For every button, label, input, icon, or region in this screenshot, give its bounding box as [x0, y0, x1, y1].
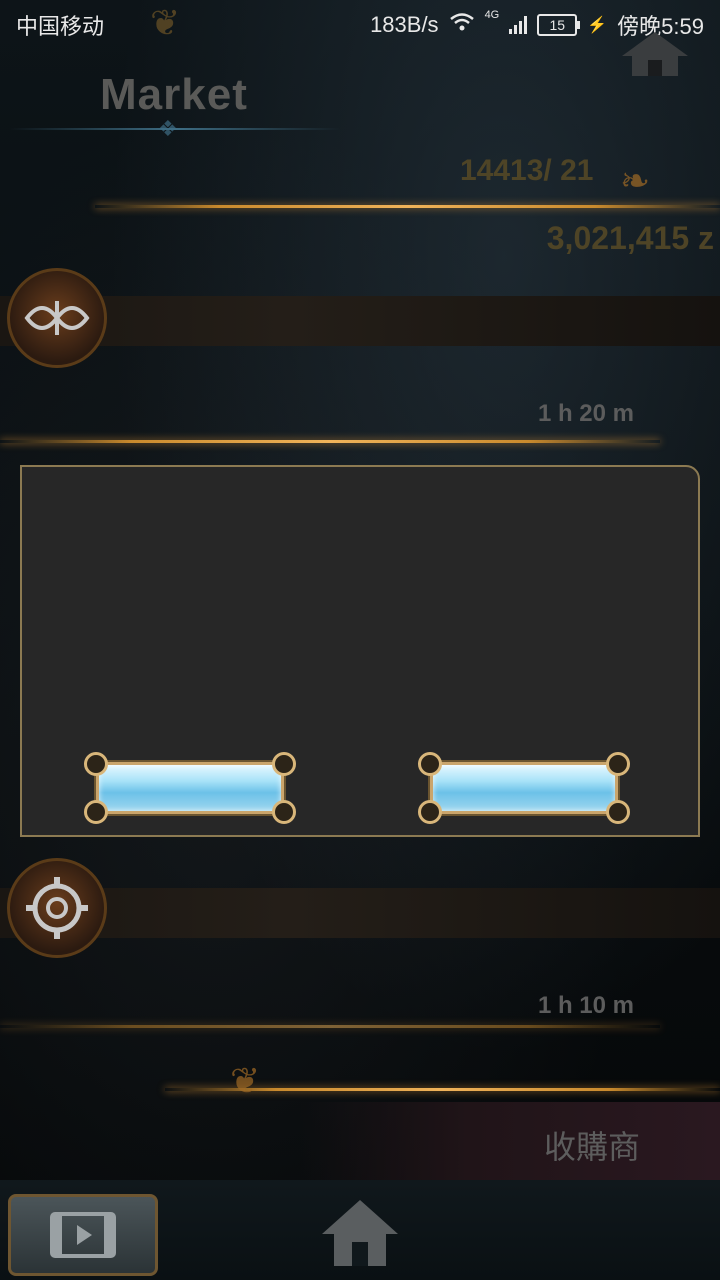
corner-ornament [418, 752, 442, 776]
corner-ornament [84, 752, 108, 776]
right-gem-button-face [430, 762, 618, 814]
battery-level: 15 [549, 17, 566, 33]
list-item-band [0, 296, 720, 346]
network-speed: 183B/s [370, 12, 439, 37]
signal-icon [509, 16, 528, 34]
gold-divider-top [95, 205, 720, 208]
corner-ornament [606, 800, 630, 824]
title-ornament-icon: ❖ [158, 116, 178, 141]
money-display: 3,021,415 z [546, 220, 714, 256]
bottom-ornament-icon: ❦ [230, 1060, 261, 1101]
right-gem-button[interactable] [418, 752, 630, 824]
list-item-band [0, 888, 720, 938]
divider-ornament-icon: ❧ [620, 160, 651, 201]
charging-icon: ⚡ [587, 17, 608, 34]
video-button[interactable] [8, 1194, 158, 1276]
stock-counter: 14413/ 21 [460, 154, 594, 187]
corner-ornament [84, 800, 108, 824]
film-icon [50, 1212, 116, 1258]
list-item-icon [7, 268, 107, 368]
list-item-time: 1 h 20 m [537, 400, 634, 427]
list-item-icon [7, 858, 107, 958]
left-gem-button[interactable] [84, 752, 296, 824]
home-icon[interactable] [320, 1198, 400, 1268]
emblem-icon [24, 301, 90, 335]
header-ornament: ❦ [150, 2, 181, 43]
gold-divider-row [0, 440, 660, 443]
carrier-label: 中国移动 [16, 14, 105, 39]
gear-icon [26, 877, 88, 939]
corner-ornament [418, 800, 442, 824]
battery-icon: 15 [537, 14, 581, 36]
corner-ornament [272, 752, 296, 776]
shop-tab-band [300, 1102, 720, 1180]
status-bar: 中国移动 183B/s 4G 15 ⚡ 傍晚5:59 [0, 0, 720, 50]
corner-ornament [606, 752, 630, 776]
home-icon-top[interactable] [620, 30, 690, 78]
gold-divider-row [0, 1025, 660, 1028]
left-gem-button-face [96, 762, 284, 814]
wifi-icon [449, 12, 475, 38]
corner-ornament [272, 800, 296, 824]
page-title: Market [100, 70, 248, 119]
list-item-time: 1 h 10 m [537, 992, 634, 1019]
network-type: 4G [484, 9, 500, 21]
buyer-shop-label[interactable]: 收購商 [544, 1122, 640, 1168]
